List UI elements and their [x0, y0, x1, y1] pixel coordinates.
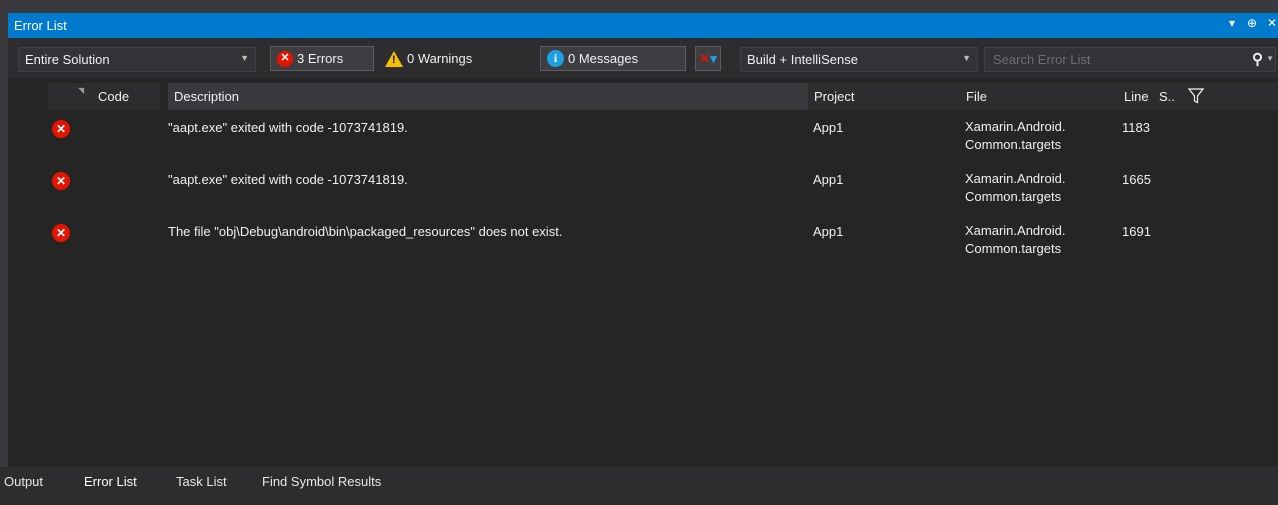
- error-icon: ✕: [52, 172, 70, 190]
- filter-toggle-icon: ✕▾: [699, 50, 717, 66]
- warnings-filter-label: 0 Warnings: [407, 51, 473, 66]
- error-file-line1: Xamarin.Android.: [965, 223, 1066, 238]
- sort-indicator-icon: ◥: [78, 86, 85, 95]
- bottom-border: [0, 499, 1278, 505]
- error-icon: ✕: [52, 120, 70, 138]
- error-icon: ✕: [277, 50, 293, 67]
- table-row[interactable]: ✕ The file "obj\Debug\android\bin\packag…: [8, 220, 1278, 272]
- panel-title: Error List: [14, 18, 67, 33]
- error-project: App1: [813, 120, 844, 135]
- error-file-line2: Common.targets: [965, 137, 1062, 152]
- messages-filter-label: 0 Messages: [568, 51, 639, 66]
- window-controls: ▾ ⊕ ✕: [1226, 16, 1278, 30]
- chevron-down-icon: ▼: [240, 53, 249, 63]
- dropdown-menu-icon[interactable]: ▾: [1226, 16, 1238, 30]
- chevron-down-icon: ▼: [962, 53, 971, 63]
- bottom-tab-strip: Output Error List Task List Find Symbol …: [0, 467, 1278, 499]
- search-input[interactable]: Search Error List ⚲ ▼: [984, 47, 1276, 72]
- column-header-code[interactable]: Code: [98, 83, 160, 110]
- error-file: Xamarin.Android. Common.targets: [965, 118, 1115, 154]
- pin-icon[interactable]: ⊕: [1246, 16, 1258, 30]
- error-file-line1: Xamarin.Android.: [965, 171, 1066, 186]
- tab-find-symbol-results[interactable]: Find Symbol Results: [262, 474, 381, 489]
- error-file: Xamarin.Android. Common.targets: [965, 222, 1115, 258]
- search-options-icon[interactable]: ▼: [1266, 54, 1274, 63]
- column-header-project[interactable]: Project: [808, 83, 960, 110]
- build-source-dropdown[interactable]: Build + IntelliSense ▼: [740, 47, 978, 72]
- info-icon: i: [547, 50, 564, 67]
- error-file-line1: Xamarin.Android.: [965, 119, 1066, 134]
- column-header-row: ◥ Code Description Project File Line S..: [8, 83, 1278, 110]
- error-file: Xamarin.Android. Common.targets: [965, 170, 1115, 206]
- filter-current-document-button[interactable]: ✕▾: [695, 46, 721, 71]
- warnings-filter-button[interactable]: ! 0 Warnings: [378, 46, 526, 71]
- column-header-suppression[interactable]: S..: [1153, 83, 1180, 110]
- close-icon[interactable]: ✕: [1266, 16, 1278, 30]
- errors-filter-label: 3 Errors: [297, 51, 344, 66]
- warning-icon: !: [385, 50, 403, 67]
- tab-output[interactable]: Output: [4, 474, 43, 489]
- search-placeholder: Search Error List: [993, 52, 1091, 67]
- error-project: App1: [813, 172, 844, 187]
- title-bar: Error List ▾ ⊕ ✕: [8, 13, 1278, 38]
- messages-filter-button[interactable]: i 0 Messages: [540, 46, 686, 71]
- error-project: App1: [813, 224, 844, 239]
- scope-dropdown[interactable]: Entire Solution ▼: [18, 47, 256, 72]
- column-filter-button[interactable]: [1180, 83, 1278, 110]
- error-description: "aapt.exe" exited with code -1073741819.: [168, 120, 408, 135]
- error-line-number: 1183: [1122, 120, 1150, 135]
- filter-icon: [1188, 88, 1204, 104]
- error-table: ✕ "aapt.exe" exited with code -107374181…: [8, 116, 1278, 272]
- error-description: "aapt.exe" exited with code -1073741819.: [168, 172, 408, 187]
- build-source-value: Build + IntelliSense: [747, 52, 858, 67]
- column-header-file[interactable]: File: [960, 83, 1118, 110]
- error-icon: ✕: [52, 224, 70, 242]
- errors-filter-button[interactable]: ✕ 3 Errors: [270, 46, 374, 71]
- search-icon[interactable]: ⚲: [1252, 50, 1263, 68]
- tab-task-list[interactable]: Task List: [176, 474, 227, 489]
- scope-value: Entire Solution: [25, 52, 110, 67]
- column-header-line[interactable]: Line: [1118, 83, 1153, 110]
- error-list-panel: Error List ▾ ⊕ ✕ Entire Solution ▼ ✕ 3 E…: [8, 13, 1278, 505]
- error-file-line2: Common.targets: [965, 189, 1062, 204]
- error-line-number: 1665: [1122, 172, 1151, 187]
- column-header-description[interactable]: Description: [168, 83, 808, 110]
- error-line-number: 1691: [1122, 224, 1151, 239]
- error-description: The file "obj\Debug\android\bin\packaged…: [168, 224, 563, 239]
- table-row[interactable]: ✕ "aapt.exe" exited with code -107374181…: [8, 116, 1278, 168]
- toolbar: Entire Solution ▼ ✕ 3 Errors ! 0 Warning…: [8, 38, 1278, 78]
- tab-error-list[interactable]: Error List: [84, 474, 137, 489]
- table-row[interactable]: ✕ "aapt.exe" exited with code -107374181…: [8, 168, 1278, 220]
- error-file-line2: Common.targets: [965, 241, 1062, 256]
